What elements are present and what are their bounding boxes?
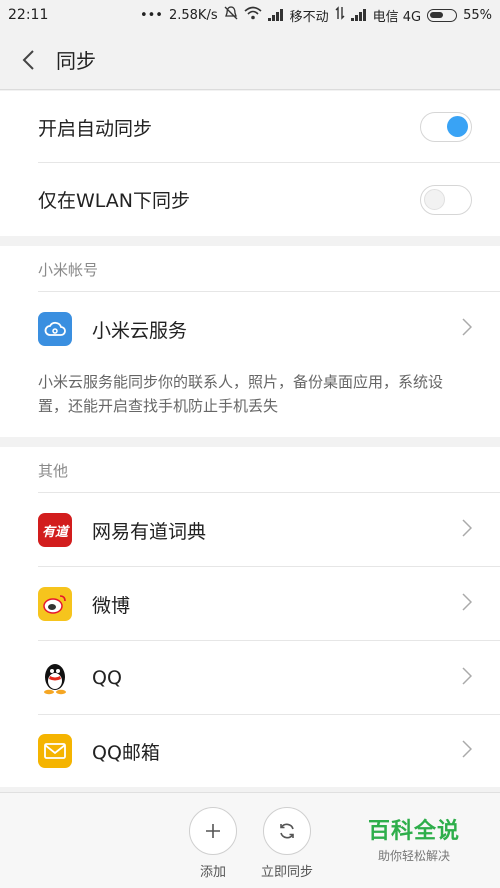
- list-item-qqmail[interactable]: QQ邮箱: [0, 715, 500, 787]
- carrier-1: 移不动: [289, 9, 329, 25]
- youdao-icon: 有道: [38, 513, 72, 547]
- sync-icon: [263, 807, 311, 855]
- sync-now-label: 立即同步: [260, 865, 313, 880]
- carrier-2: 电信 4G: [372, 9, 422, 25]
- section-title: 其他: [38, 461, 69, 480]
- notification-dots: •••: [139, 7, 163, 23]
- page-title: 同步: [56, 49, 96, 73]
- status-time: 22:11: [8, 7, 49, 23]
- weibo-icon: [38, 587, 72, 621]
- auto-sync-label: 开启自动同步: [38, 117, 153, 140]
- qq-icon: [38, 661, 72, 695]
- others-section-header: 其他: [0, 447, 500, 493]
- list-item-weibo[interactable]: 微博: [0, 567, 500, 641]
- mute-icon: [224, 6, 238, 24]
- signal-icon: [267, 9, 284, 21]
- list-item-label: QQ: [92, 667, 122, 689]
- chevron-right-icon: [462, 667, 473, 689]
- battery-icon: [427, 8, 458, 22]
- watermark-title: 百科全说: [367, 819, 460, 844]
- auto-sync-toggle[interactable]: [420, 112, 472, 142]
- watermark-logo: 百科全说 助你轻松解决: [368, 813, 460, 864]
- wlan-only-row[interactable]: 仅在WLAN下同步: [0, 163, 500, 236]
- sync-settings-card: 开启自动同步 仅在WLAN下同步: [0, 91, 500, 236]
- signal-icon-2: [350, 9, 367, 21]
- add-icon: [189, 807, 237, 855]
- watermark-subtitle: 助你轻松解决: [377, 849, 450, 863]
- xiaomi-cloud-label: 小米云服务: [92, 319, 188, 342]
- toggle-knob: [447, 116, 468, 137]
- xiaomi-account-card: 小米帐号 小米云服务 小米云服务能同步你的联系人，照片，备份桌面应用，系统设置，…: [0, 246, 500, 437]
- wifi-icon: [244, 6, 262, 24]
- xiaomi-cloud-description: 小米云服务能同步你的联系人，照片，备份桌面应用，系统设置，还能开启查找手机防止手…: [38, 373, 444, 415]
- status-bar: 22:11 ••• 2.58K/s 移不动 电信 4G 55%: [0, 0, 500, 30]
- xiaomi-account-section-header: 小米帐号: [0, 246, 500, 292]
- toggle-knob: [424, 188, 445, 210]
- others-card: 其他 有道 网易有道词典 微博 QQ QQ邮箱: [0, 447, 500, 787]
- add-label: 添加: [199, 865, 226, 880]
- list-item-youdao[interactable]: 有道 网易有道词典: [0, 493, 500, 567]
- network-speed: 2.58K/s: [168, 7, 218, 23]
- xiaomi-cloud-row[interactable]: 小米云服务: [0, 292, 500, 366]
- list-item-label: 微博: [92, 594, 131, 617]
- list-item-qq[interactable]: QQ: [0, 641, 500, 715]
- auto-sync-row[interactable]: 开启自动同步: [0, 91, 500, 163]
- section-title: 小米帐号: [38, 260, 99, 279]
- data-arrows-icon: [335, 6, 345, 24]
- bottom-action-bar: 添加 立即同步 百科全说 助你轻松解决: [0, 792, 500, 888]
- wlan-only-toggle[interactable]: [420, 184, 472, 215]
- list-item-label: 网易有道词典: [92, 520, 207, 543]
- wlan-only-label: 仅在WLAN下同步: [38, 190, 191, 212]
- xiaomi-cloud-icon: [38, 312, 72, 346]
- qqmail-icon: [38, 734, 72, 768]
- back-icon[interactable]: [0, 30, 56, 90]
- add-button[interactable]: 添加: [173, 807, 253, 880]
- status-right: ••• 2.58K/s 移不动 电信 4G 55%: [140, 6, 492, 25]
- app-header: 同步: [0, 30, 500, 90]
- chevron-right-icon: [462, 740, 473, 762]
- list-item-label: QQ邮箱: [92, 741, 160, 764]
- sync-now-button[interactable]: 立即同步: [247, 807, 327, 880]
- chevron-right-icon: [462, 593, 473, 615]
- chevron-right-icon: [462, 318, 473, 340]
- battery-percent: 55%: [463, 7, 492, 23]
- chevron-right-icon: [462, 519, 473, 541]
